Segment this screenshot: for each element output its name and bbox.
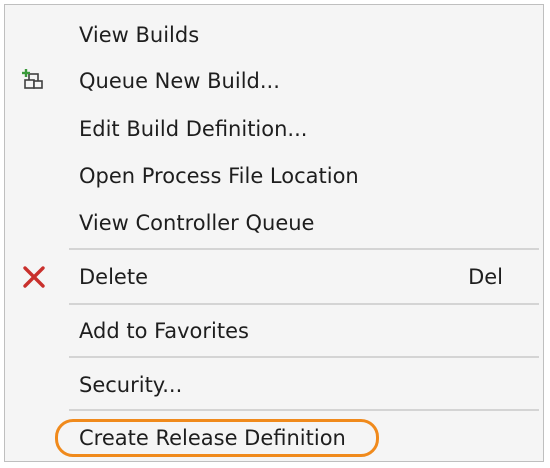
queue-build-icon — [19, 66, 49, 96]
menu-item-create-release-definition[interactable]: Create Release Definition — [5, 418, 543, 458]
menu-item-label: Open Process File Location — [79, 164, 359, 188]
menu-item-queue-new-build[interactable]: Queue New Build... — [5, 61, 543, 101]
delete-shortcut: Del — [468, 265, 503, 289]
menu-separator — [69, 248, 539, 250]
menu-item-label: View Builds — [79, 23, 200, 47]
context-menu: View Builds Queue New Build... Edit Buil… — [4, 4, 544, 462]
menu-item-open-process-file-location[interactable]: Open Process File Location — [5, 156, 543, 196]
menu-item-delete[interactable]: Delete Del — [5, 257, 543, 297]
delete-x-icon — [19, 262, 49, 292]
menu-separator — [69, 303, 539, 305]
menu-item-label: Delete — [79, 265, 148, 289]
menu-item-label: Add to Favorites — [79, 319, 249, 343]
menu-item-view-controller-queue[interactable]: View Controller Queue — [5, 203, 543, 243]
menu-item-label: Create Release Definition — [79, 426, 346, 450]
menu-item-edit-build-definition[interactable]: Edit Build Definition... — [5, 109, 543, 149]
menu-item-add-to-favorites[interactable]: Add to Favorites — [5, 311, 543, 351]
menu-item-view-builds[interactable]: View Builds — [5, 15, 543, 55]
menu-separator — [69, 409, 539, 411]
menu-item-label: Edit Build Definition... — [79, 117, 308, 141]
menu-item-label: View Controller Queue — [79, 211, 315, 235]
menu-separator — [69, 356, 539, 358]
menu-item-label: Queue New Build... — [79, 69, 280, 93]
menu-item-security[interactable]: Security... — [5, 365, 543, 405]
menu-item-label: Security... — [79, 373, 183, 397]
